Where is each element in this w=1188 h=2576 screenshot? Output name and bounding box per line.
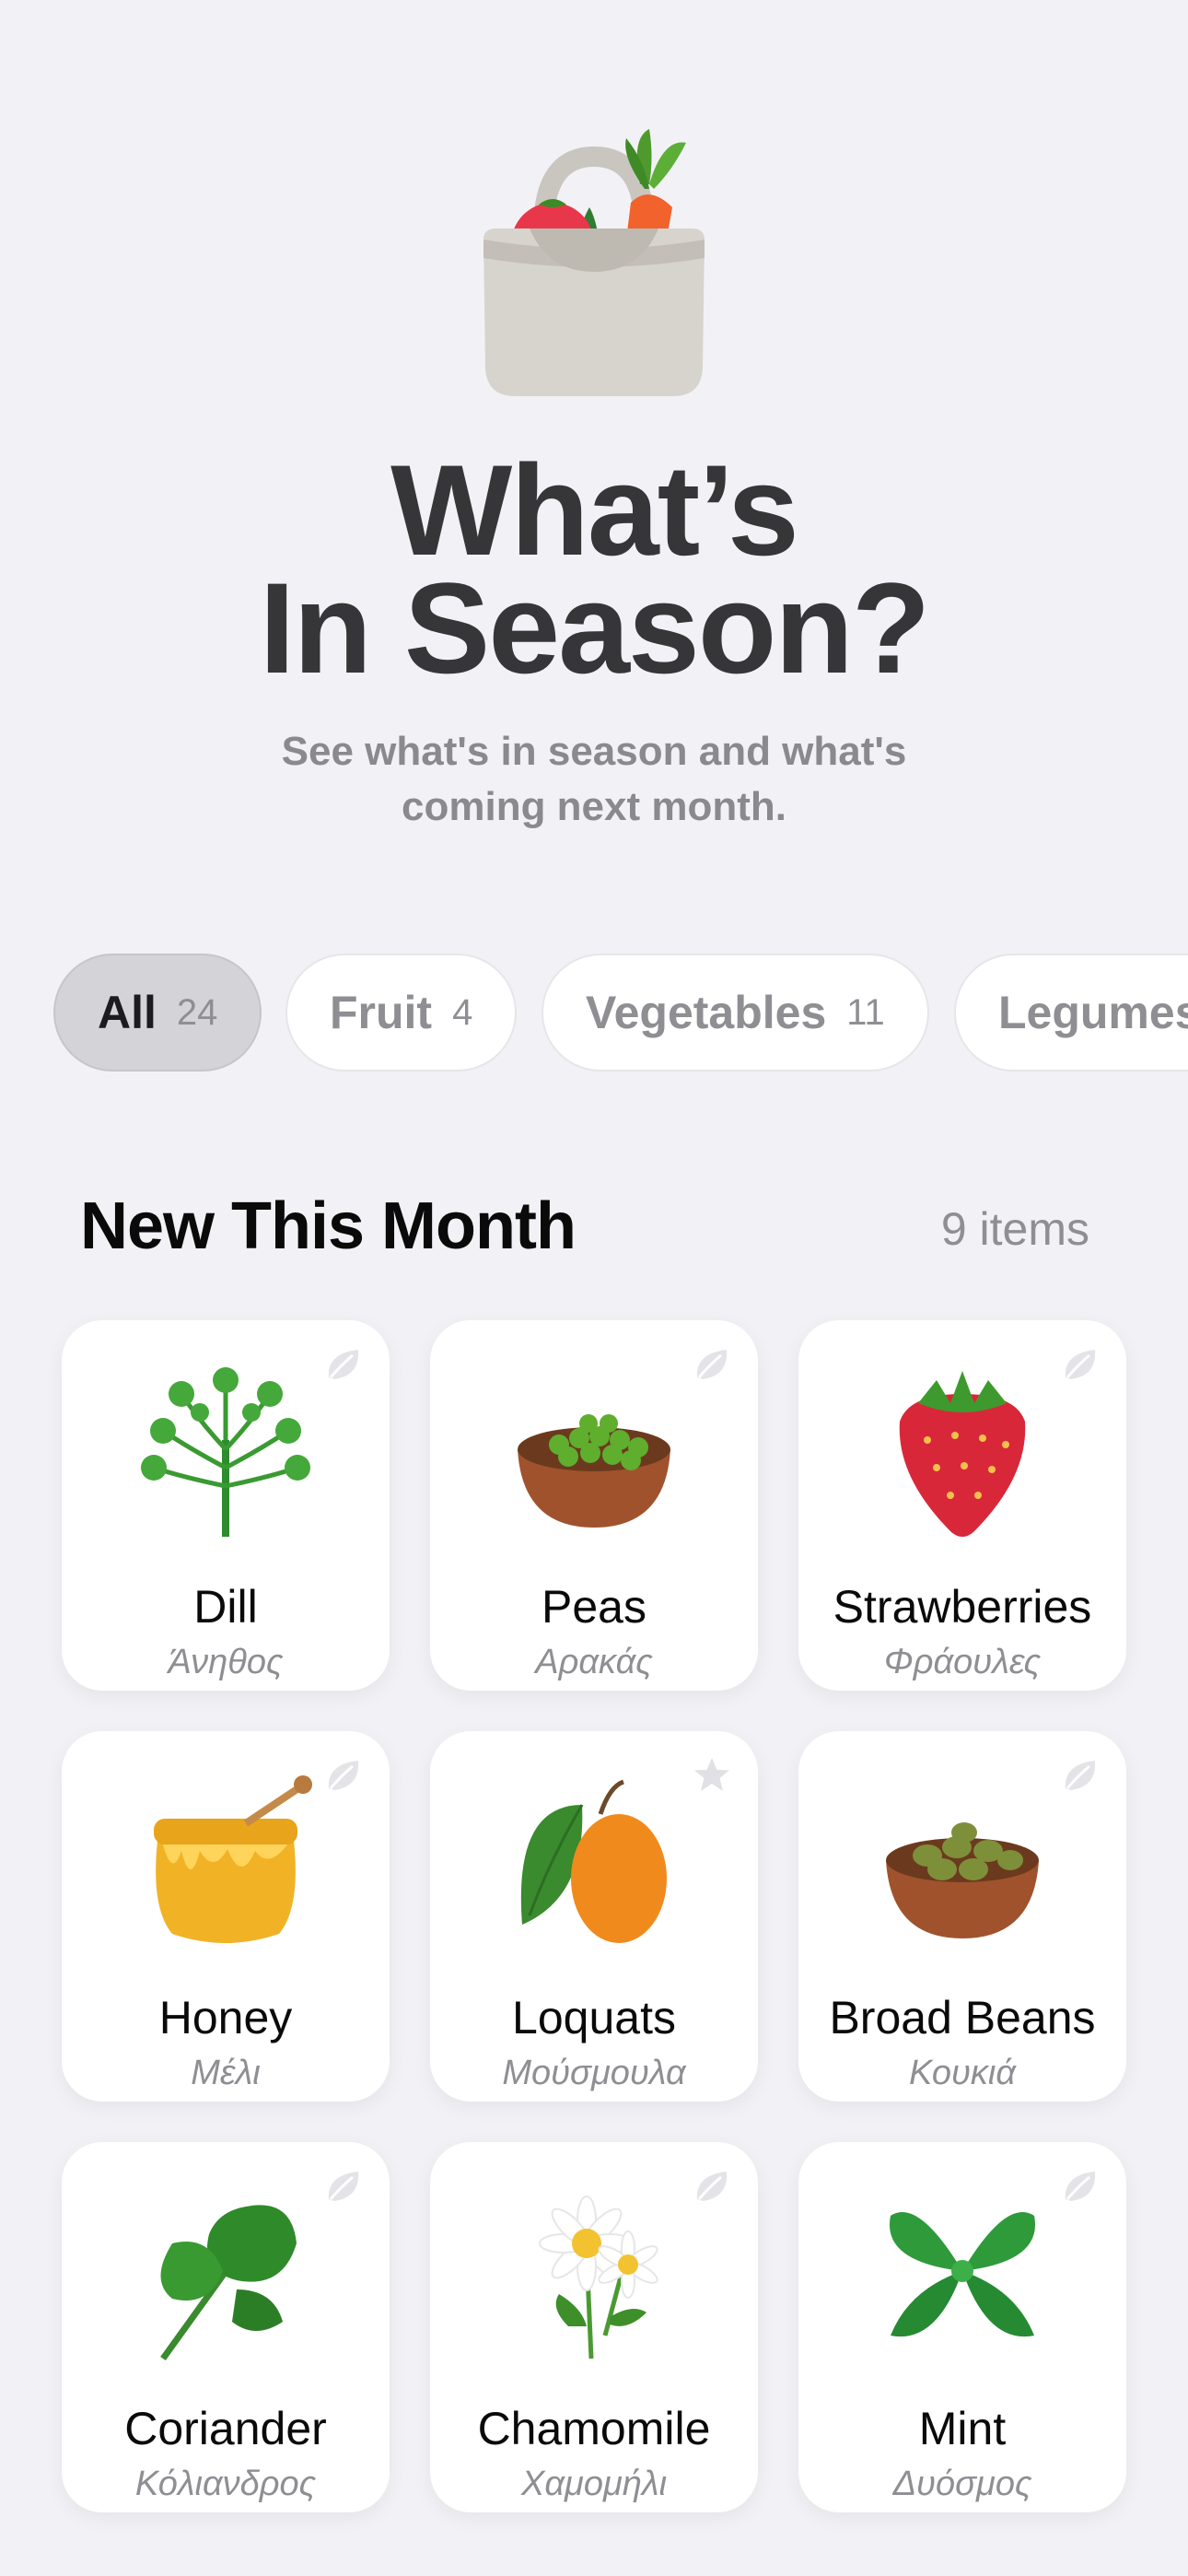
chip-label: Legumes <box>998 987 1188 1038</box>
produce-card-honey[interactable]: Honey Μέλι <box>62 1731 390 2102</box>
chip-label: Fruit <box>330 987 433 1038</box>
filter-chip-legumes[interactable]: Legumes <box>954 954 1188 1071</box>
chip-count: 24 <box>176 991 218 1033</box>
item-name: Strawberries <box>833 1581 1092 1633</box>
item-greek-name: Κουκιά <box>908 2054 1017 2092</box>
section-item-count: 9 items <box>940 1203 1089 1255</box>
produce-card-coriander[interactable]: Coriander Κόλιανδρος <box>62 2142 390 2512</box>
produce-card-mint[interactable]: Mint Δυόσμος <box>798 2142 1126 2512</box>
produce-card-peas[interactable]: Peas Αρακάς <box>430 1320 758 1691</box>
strawberry-icon <box>899 1371 1026 1537</box>
chip-count: 11 <box>846 991 885 1033</box>
produce-card-loquats[interactable]: Loquats Μούσμουλα <box>430 1731 758 2102</box>
chamomile-icon <box>539 2195 658 2359</box>
item-name: Dill <box>193 1581 258 1633</box>
chip-label: Vegetables <box>586 987 827 1038</box>
item-name: Loquats <box>512 1992 676 2043</box>
produce-card-chamomile[interactable]: Chamomile Χαμομήλι <box>430 2142 758 2512</box>
item-name: Coriander <box>124 2403 327 2454</box>
page-subtitle: See what's in season and what's coming n… <box>281 729 907 829</box>
item-name: Mint <box>918 2403 1007 2454</box>
item-greek-name: Αρακάς <box>535 1643 653 1681</box>
item-greek-name: Κόλιανδρος <box>134 2465 317 2503</box>
mint-icon <box>889 2212 1036 2337</box>
page-title: What’s In Season? <box>259 438 931 700</box>
produce-card-strawberries[interactable]: Strawberries Φράουλες <box>798 1320 1126 1691</box>
item-greek-name: Μούσμουλα <box>502 2054 686 2092</box>
item-greek-name: Δυόσμος <box>892 2465 1032 2503</box>
dill-icon <box>141 1367 310 1537</box>
item-name: Broad Beans <box>829 1992 1096 2043</box>
filter-chip-all[interactable]: All 24 <box>53 954 262 1071</box>
item-greek-name: Φράουλες <box>883 1643 1042 1681</box>
broad-beans-bowl-icon <box>886 1822 1039 1938</box>
produce-card-broad-beans[interactable]: Broad Beans Κουκιά <box>798 1731 1126 2102</box>
filter-chip-vegetables[interactable]: Vegetables 11 <box>542 954 929 1071</box>
coriander-icon <box>160 2205 297 2361</box>
filter-chip-bar: All 24 Fruit 4 Vegetables 11 Legumes <box>0 954 1188 1075</box>
loquat-icon <box>520 1779 667 1943</box>
item-greek-name: Άνηθος <box>168 1643 284 1681</box>
item-name: Peas <box>542 1581 646 1633</box>
grocery-bag-icon <box>483 129 705 396</box>
chip-count: 4 <box>452 991 473 1033</box>
filter-chip-fruit[interactable]: Fruit 4 <box>285 954 518 1071</box>
peas-bowl-icon <box>518 1414 670 1528</box>
item-name: Chamomile <box>477 2403 711 2454</box>
produce-card-dill[interactable]: Dill Άνηθος <box>62 1320 390 1691</box>
item-name: Honey <box>158 1992 293 2043</box>
item-greek-name: Μέλι <box>191 2054 261 2092</box>
item-greek-name: Χαμομήλι <box>520 2465 668 2503</box>
section-title: New This Month <box>80 1189 577 1263</box>
chip-label: All <box>98 987 157 1038</box>
honey-pot-icon <box>154 1775 312 1943</box>
